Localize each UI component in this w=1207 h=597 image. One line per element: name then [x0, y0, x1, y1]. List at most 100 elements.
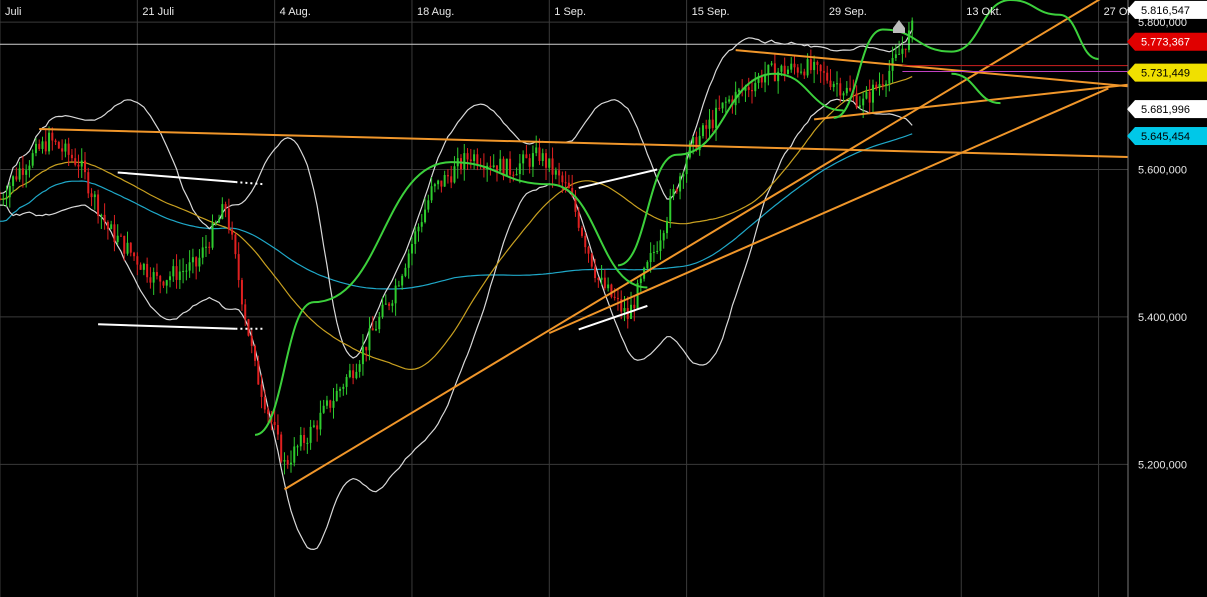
candle-body — [437, 180, 440, 185]
candle-body — [577, 211, 580, 228]
candle-body — [54, 140, 57, 143]
candle-body — [613, 296, 616, 298]
candle-body — [126, 242, 129, 254]
candle-body — [803, 71, 806, 76]
candle-body — [404, 267, 407, 276]
candle-body — [724, 101, 727, 103]
candle-body — [48, 132, 51, 152]
candle-body — [133, 252, 136, 257]
candle-body — [51, 132, 54, 141]
candle-body — [708, 119, 711, 129]
candle-body — [705, 125, 708, 129]
candle-body — [254, 345, 257, 361]
candle-body — [201, 247, 204, 258]
candle-body — [450, 176, 453, 183]
candle-body — [590, 253, 593, 267]
candle-body — [234, 234, 237, 255]
candle-body — [420, 222, 423, 227]
candle-body — [793, 63, 796, 68]
candle-body — [489, 165, 492, 168]
candle-body — [545, 153, 548, 168]
candle-body — [505, 158, 508, 177]
candle-body — [182, 271, 185, 273]
candle-body — [136, 256, 139, 265]
candle-body — [646, 262, 649, 268]
candle-body — [309, 426, 312, 443]
candle-body — [875, 84, 878, 88]
candle-body — [665, 221, 668, 234]
candle-body — [692, 137, 695, 144]
candle-body — [737, 89, 740, 92]
candle-body — [901, 48, 904, 54]
candle-body — [822, 71, 825, 73]
candle-body — [754, 82, 757, 92]
x-tick-label: 15 Sep. — [692, 6, 730, 18]
candle-body — [339, 388, 342, 391]
candle-body — [414, 231, 417, 244]
price-chart: Juli 21 Juli 4 Aug. 18 Aug. 1 Sep. 15 Sep. 29 … — [0, 0, 1207, 597]
candle-body — [829, 80, 832, 88]
candle-body — [476, 154, 479, 166]
candle-body — [325, 400, 328, 406]
candle-body — [855, 93, 858, 108]
x-tick-label: 13 Okt. — [966, 6, 1001, 18]
candle-body — [656, 250, 659, 252]
candle-body — [473, 154, 476, 162]
candle-body — [911, 20, 914, 31]
candle-body — [440, 180, 443, 187]
candle-body — [453, 166, 456, 183]
candle-body — [672, 189, 675, 197]
x-tick-label: 4 Aug. — [280, 6, 311, 18]
candle-body — [518, 163, 521, 175]
candle-body — [335, 390, 338, 401]
candle-body — [257, 360, 260, 385]
candle-body — [247, 319, 250, 336]
candle-body — [198, 257, 201, 267]
candle-body — [289, 462, 292, 465]
candle-body — [796, 67, 799, 73]
candle-body — [466, 153, 469, 160]
candle-body — [587, 247, 590, 254]
candle-body — [384, 303, 387, 305]
candle-body — [152, 272, 155, 283]
candle-body — [345, 377, 348, 387]
candle-body — [878, 84, 881, 88]
candle-body — [767, 64, 770, 75]
candle-body — [894, 54, 897, 58]
candle-body — [375, 329, 377, 331]
candle-body — [74, 158, 77, 165]
candle-body — [221, 204, 224, 219]
y-tick-label: 5.600,000 — [1138, 165, 1187, 177]
candle-body — [378, 316, 381, 330]
candle-body — [276, 424, 279, 435]
candle-body — [299, 435, 302, 447]
candle-body — [509, 158, 512, 175]
candle-body — [561, 175, 564, 183]
candle-body — [747, 87, 750, 90]
x-tick-label: 21 Juli — [142, 6, 174, 18]
candle-body — [460, 158, 463, 170]
candle-body — [329, 400, 332, 408]
candle-body — [348, 370, 351, 378]
candle-body — [244, 304, 247, 320]
candle-body — [538, 147, 541, 161]
candle-body — [38, 143, 41, 149]
candle-body — [303, 435, 306, 443]
price-badge-text: 5.645,454 — [1141, 131, 1190, 143]
candle-body — [67, 143, 70, 155]
candle-body — [649, 252, 652, 263]
candle-body — [826, 72, 829, 81]
candle-body — [600, 277, 603, 280]
candle-body — [842, 93, 845, 96]
candle-body — [433, 184, 436, 187]
candle-body — [149, 277, 152, 283]
candle-body — [832, 83, 835, 88]
candle-body — [44, 141, 47, 152]
candle-body — [312, 425, 315, 427]
candle-body — [701, 125, 704, 137]
candle-body — [211, 223, 214, 248]
x-tick-label: 18 Aug. — [417, 6, 454, 18]
candle-body — [721, 102, 724, 109]
candle-body — [18, 168, 21, 180]
candle-body — [116, 235, 119, 242]
